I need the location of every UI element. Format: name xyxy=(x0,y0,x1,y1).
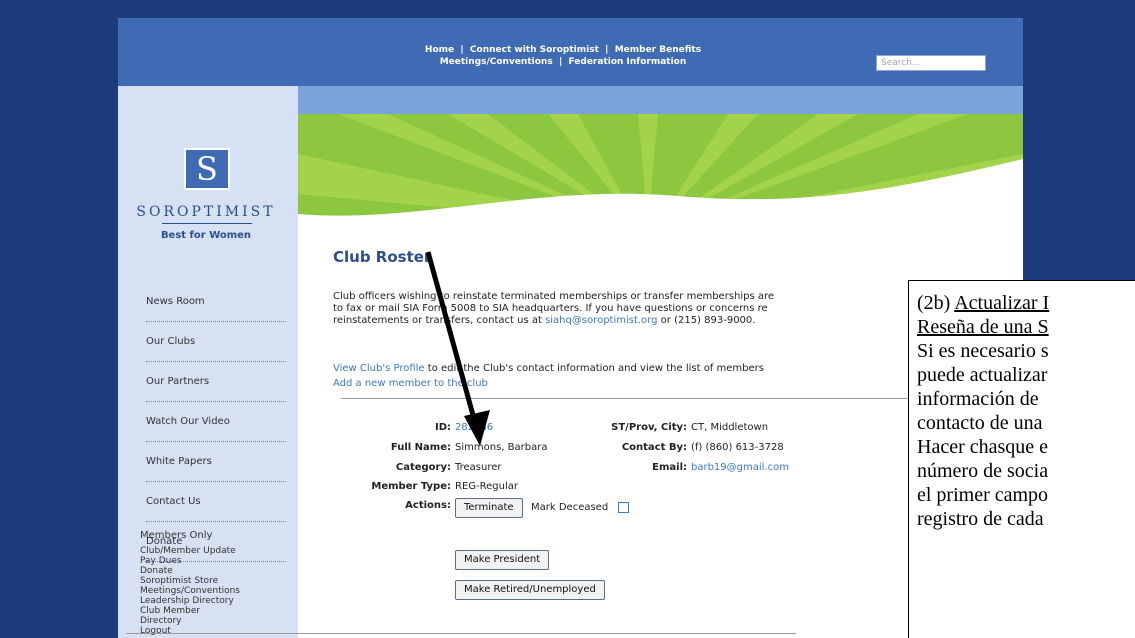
member-location-row: ST/Prov, City: CT, Middletown xyxy=(563,422,768,433)
members-link[interactable]: Directory xyxy=(140,616,290,626)
callout-line: registro de cada xyxy=(917,508,1044,530)
members-link[interactable]: Meetings/Conventions xyxy=(140,586,290,596)
intro-text-part: or (215) 893-9000. xyxy=(657,315,756,326)
field-label: Category: xyxy=(395,462,451,473)
member-email-row: Email: barb19@gmail.com xyxy=(563,462,789,473)
header-band xyxy=(298,86,1023,114)
search-input[interactable]: Search... xyxy=(876,55,986,71)
member-actions-row: Actions: xyxy=(333,500,455,511)
sidebar-item-label[interactable]: Contact Us xyxy=(146,496,201,507)
sidebar-nav: News Room Our Clubs Our Partners Watch O… xyxy=(146,282,286,562)
members-only-links: Club/Member Update Pay Dues Donate Sorop… xyxy=(140,546,290,636)
callout-line: el primer campo xyxy=(917,484,1049,506)
soroptimist-logo-icon[interactable]: S xyxy=(184,148,230,190)
sidebar-item-our-partners[interactable]: Our Partners xyxy=(146,362,286,402)
green-banner xyxy=(298,114,1023,224)
callout-line: número de socia xyxy=(917,460,1049,482)
profile-line: View Club's Profile to edit the Club's c… xyxy=(333,361,764,376)
sidebar-item-label[interactable]: Our Partners xyxy=(146,376,209,387)
callout-line: contacto de una xyxy=(917,412,1043,434)
members-link[interactable]: Club/Member Update xyxy=(140,546,290,556)
member-type-row: Member Type: REG-Regular xyxy=(333,481,518,492)
sidebar-item-label[interactable]: Watch Our Video xyxy=(146,416,230,427)
member-category-row: Category: Treasurer xyxy=(333,462,502,473)
field-label: Member Type: xyxy=(371,481,451,492)
sidebar-item-label[interactable]: News Room xyxy=(146,296,205,307)
annotation-callout: (2b) Actualizar I Reseña de una S Si es … xyxy=(908,280,1135,638)
mark-deceased-label: Mark Deceased xyxy=(531,502,609,513)
members-link[interactable]: Pay Dues xyxy=(140,556,290,566)
callout-line: información de xyxy=(917,388,1039,410)
top-nav-line-2[interactable]: Meetings/Conventions | Federation Inform… xyxy=(440,57,687,67)
sidebar-item-contact-us[interactable]: Contact Us xyxy=(146,482,286,522)
field-label: ST/Prov, City: xyxy=(611,422,687,433)
callout-line: Hacer chasque e xyxy=(917,436,1049,458)
callout-heading: Actualizar I xyxy=(954,292,1050,314)
members-link[interactable]: Logout xyxy=(140,626,290,636)
member-type-value: REG-Regular xyxy=(455,481,518,492)
logo-divider xyxy=(162,223,252,224)
members-link[interactable]: Soroptimist Store xyxy=(140,576,290,586)
terminate-button[interactable]: Terminate xyxy=(455,498,523,518)
header-bar: Home | Connect with Soroptimist | Member… xyxy=(118,18,1023,86)
field-label: Email: xyxy=(652,462,687,473)
divider xyxy=(126,633,796,634)
member-category-value: Treasurer xyxy=(455,462,502,473)
members-link[interactable]: Donate xyxy=(140,566,290,576)
callout-line: Si es necesario s xyxy=(917,340,1049,362)
member-contact-row: Contact By: (f) (860) 613-3728 xyxy=(563,442,784,453)
view-club-profile-link[interactable]: View Club's Profile xyxy=(333,363,425,374)
field-label: Contact By: xyxy=(621,442,687,453)
logo-tagline: Best for Women xyxy=(160,230,252,241)
sidebar-item-white-papers[interactable]: White Papers xyxy=(146,442,286,482)
logo-name: SOROPTIMIST xyxy=(136,204,276,220)
sidebar-item-our-clubs[interactable]: Our Clubs xyxy=(146,322,286,362)
annotation-arrow-icon xyxy=(425,251,490,446)
member-email-link[interactable]: barb19@gmail.com xyxy=(691,462,789,473)
make-retired-button[interactable]: Make Retired/Unemployed xyxy=(455,580,605,600)
top-navigation[interactable]: Home | Connect with Soroptimist | Member… xyxy=(348,44,778,68)
club-links: View Club's Profile to edit the Club's c… xyxy=(333,361,764,391)
members-link[interactable]: Leadership Directory xyxy=(140,596,290,606)
webpage: Home | Connect with Soroptimist | Member… xyxy=(118,18,1023,638)
members-only-title: Members Only xyxy=(140,530,213,541)
mark-deceased-checkbox[interactable] xyxy=(618,502,629,513)
sidebar-item-news-room[interactable]: News Room xyxy=(146,282,286,322)
top-nav-line-1[interactable]: Home | Connect with Soroptimist | Member… xyxy=(425,45,701,55)
sidebar-item-label[interactable]: White Papers xyxy=(146,456,212,467)
members-link[interactable]: Club Member xyxy=(140,606,290,616)
make-president-button[interactable]: Make President xyxy=(455,550,550,570)
member-location-value: CT, Middletown xyxy=(691,422,769,433)
banner-graphic xyxy=(298,114,1023,224)
sidebar-item-watch-our-video[interactable]: Watch Our Video xyxy=(146,402,286,442)
field-label: Actions: xyxy=(405,500,451,511)
callout-line: (2b) Actualizar I xyxy=(917,291,1135,315)
callout-heading: Reseña de una S xyxy=(917,316,1049,338)
callout-line: Reseña de una S xyxy=(917,315,1135,339)
page-title: Club Roster xyxy=(333,248,432,266)
callout-step: (2b) xyxy=(917,292,955,314)
callout-line: puede actualizar xyxy=(917,364,1048,386)
sidebar-item-label[interactable]: Our Clubs xyxy=(146,336,195,347)
member-contact-value: (f) (860) 613-3728 xyxy=(691,442,784,453)
sidebar: S SOROPTIMIST Best for Women News Room O… xyxy=(118,86,298,638)
contact-email-link[interactable]: siahq@soroptimist.org xyxy=(545,315,657,326)
